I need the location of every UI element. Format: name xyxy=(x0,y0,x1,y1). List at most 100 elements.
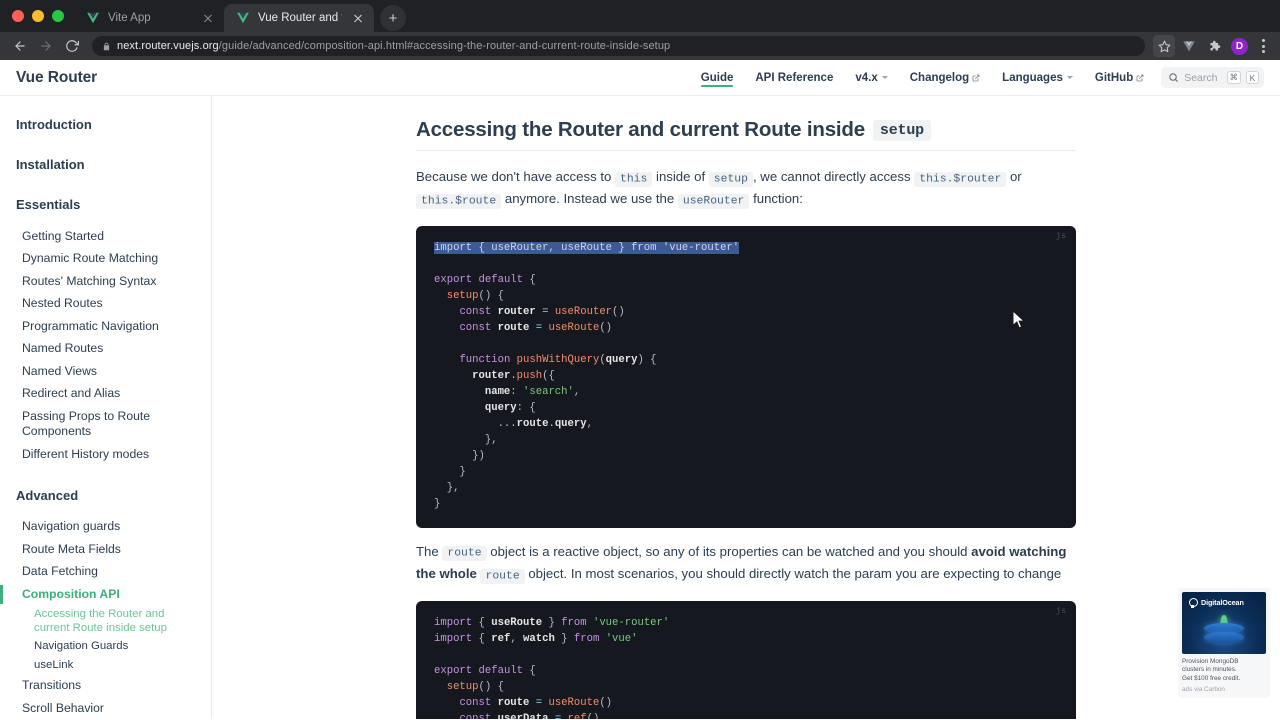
inline-code-route: route xyxy=(442,546,487,562)
inline-code-this-router: this.$router xyxy=(914,171,1007,187)
browser-tab-vue-router[interactable]: Vue Router and the Compositi xyxy=(224,4,374,32)
code-block-1[interactable]: js import { useRouter, useRoute } from '… xyxy=(416,225,1076,528)
text-run: anymore. Instead we use the xyxy=(501,191,678,207)
nav-item-version[interactable]: v4.x xyxy=(844,60,898,96)
forward-button[interactable] xyxy=(34,34,58,58)
sidebar-item-nested-routes[interactable]: Nested Routes xyxy=(0,293,211,316)
reload-icon xyxy=(66,40,79,52)
sidebar-item-introduction[interactable]: Introduction xyxy=(0,114,211,135)
carbon-ad[interactable]: DigitalOcean Provision MongoDB clusters … xyxy=(1178,588,1270,698)
nav-item-github[interactable]: GitHub xyxy=(1084,60,1155,96)
sidebar-item-data-fetching[interactable]: Data Fetching xyxy=(0,561,211,584)
search-input[interactable]: Search ⌘ K xyxy=(1161,67,1264,88)
text-run: object. In most scenarios, you should di… xyxy=(524,566,1062,582)
browser-toolbar: next.router.vuejs.org/guide/advanced/com… xyxy=(0,32,1280,60)
kebab-menu-icon[interactable] xyxy=(1254,35,1272,57)
vue-devtools-button[interactable] xyxy=(1178,35,1200,57)
browser-tab-vite-app[interactable]: Vite App xyxy=(74,4,224,32)
ad-line-3: Get $100 free credit. xyxy=(1182,674,1241,682)
sidebar-group-essentials: Essentials xyxy=(16,197,81,212)
sidebar-item-named-views[interactable]: Named Views xyxy=(0,360,211,383)
vue-devtools-icon xyxy=(1183,41,1195,52)
site-nav: Guide API Reference v4.x Changelog Langu… xyxy=(690,60,1264,96)
star-icon xyxy=(1158,40,1170,52)
sidebar-item-programmatic-navigation[interactable]: Programmatic Navigation xyxy=(0,315,211,338)
toolbar-actions: D xyxy=(1153,35,1272,57)
nav-label: GitHub xyxy=(1094,71,1134,84)
text-run: The xyxy=(416,543,443,559)
sidebar-item-getting-started[interactable]: Getting Started xyxy=(0,225,211,248)
nav-item-guide[interactable]: Guide xyxy=(690,60,745,96)
url-path: /guide/advanced/composition-api.html#acc… xyxy=(218,40,671,52)
address-bar[interactable]: next.router.vuejs.org/guide/advanced/com… xyxy=(92,36,1145,56)
ad-line-1: Provision MongoDB xyxy=(1182,658,1239,666)
close-window-button[interactable] xyxy=(12,10,24,22)
extensions-button[interactable] xyxy=(1203,35,1225,57)
close-icon[interactable] xyxy=(350,10,366,26)
search-placeholder: Search xyxy=(1184,71,1218,84)
sidebar-item-route-meta-fields[interactable]: Route Meta Fields xyxy=(0,538,211,561)
ad-banner-image[interactable]: DigitalOcean xyxy=(1182,592,1266,655)
sidebar-subitem-accessing-router[interactable]: Accessing the Router and current Route i… xyxy=(0,606,211,638)
sidebar-item-routes-matching-syntax[interactable]: Routes' Matching Syntax xyxy=(0,270,211,293)
sidebar-subitem-uselink[interactable]: useLink xyxy=(0,656,211,675)
nav-label: Changelog xyxy=(909,71,970,84)
text-run: or xyxy=(1006,169,1022,184)
sidebar-item-transitions[interactable]: Transitions xyxy=(0,675,211,698)
inline-code-setup: setup xyxy=(708,171,753,187)
article: Accessing the Router and current Route i… xyxy=(376,96,1116,719)
bookmark-star-button[interactable] xyxy=(1153,35,1175,57)
code-content[interactable]: import { useRouter, useRoute } from 'vue… xyxy=(434,240,1058,512)
sidebar-item-passing-props[interactable]: Passing Props to Route Components xyxy=(0,405,211,443)
page-title-code: setup xyxy=(872,119,931,141)
sidebar-subitem-navigation-guards[interactable]: Navigation Guards xyxy=(0,638,211,657)
site-title[interactable]: Vue Router xyxy=(16,69,97,87)
minimize-window-button[interactable] xyxy=(32,10,44,22)
sidebar-item-named-routes[interactable]: Named Routes xyxy=(0,338,211,361)
selected-code-line: import { useRouter, useRoute } from 'vue… xyxy=(434,241,740,254)
page-title-text: Accessing the Router and current Route i… xyxy=(416,118,865,141)
url-domain: next.router.vuejs.org xyxy=(117,40,219,52)
nav-label: Guide xyxy=(700,71,734,84)
sidebar-item-composition-api[interactable]: Composition API xyxy=(0,583,211,606)
tab-title: Vite App xyxy=(108,12,151,24)
maximize-window-button[interactable] xyxy=(52,10,64,22)
browser-window: Vite App Vue Router and the Compositi + xyxy=(0,0,1280,720)
text-run: object is a reactive object, so any of i… xyxy=(486,543,972,559)
text-run: , we cannot directly access xyxy=(752,169,915,184)
nav-label: v4.x xyxy=(855,71,878,84)
external-link-icon xyxy=(972,74,980,81)
route-reactive-paragraph: The route object is a reactive object, s… xyxy=(416,542,1076,587)
sidebar-item-different-history-modes[interactable]: Different History modes xyxy=(0,443,211,466)
chevron-down-icon xyxy=(1066,76,1073,79)
text-run: Because we don't have access to xyxy=(416,169,615,184)
ad-text[interactable]: Provision MongoDB clusters in minutes. G… xyxy=(1182,658,1266,683)
ad-attribution[interactable]: ads via Carbon xyxy=(1182,686,1266,694)
external-link-icon xyxy=(1136,74,1144,81)
sidebar-item-installation[interactable]: Installation xyxy=(0,154,211,175)
chevron-down-icon xyxy=(881,76,888,79)
sidebar-item-redirect-and-alias[interactable]: Redirect and Alias xyxy=(0,383,211,406)
digitalocean-mark-icon xyxy=(1189,598,1198,608)
code-block-2[interactable]: js import { useRoute } from 'vue-router'… xyxy=(416,600,1076,719)
nav-item-languages[interactable]: Languages xyxy=(991,60,1084,96)
back-button[interactable] xyxy=(8,34,32,58)
tab-strip: Vite App Vue Router and the Compositi + xyxy=(0,0,1280,32)
intro-paragraph: Because we don't have access to this ins… xyxy=(416,167,1076,212)
nav-item-api-reference[interactable]: API Reference xyxy=(744,60,844,96)
reload-button[interactable] xyxy=(60,34,84,58)
sidebar-item-dynamic-route-matching[interactable]: Dynamic Route Matching xyxy=(0,248,211,271)
code-content[interactable]: import { useRoute } from 'vue-router' im… xyxy=(434,615,1058,719)
digitalocean-logo: DigitalOcean xyxy=(1189,597,1244,608)
sidebar-item-navigation-guards[interactable]: Navigation guards xyxy=(0,516,211,539)
nav-item-changelog[interactable]: Changelog xyxy=(899,60,991,96)
new-tab-button[interactable]: + xyxy=(380,5,406,31)
inline-code-route-2: route xyxy=(480,568,525,584)
ad-brand: DigitalOcean xyxy=(1201,597,1244,607)
text-run: inside of xyxy=(652,169,709,184)
close-icon[interactable] xyxy=(200,10,216,26)
sidebar-item-scroll-behavior[interactable]: Scroll Behavior xyxy=(0,697,211,719)
kbd-key: K xyxy=(1246,71,1259,84)
profile-avatar[interactable]: D xyxy=(1231,37,1248,55)
page-body: Introduction Installation Essentials Get… xyxy=(0,96,1280,719)
